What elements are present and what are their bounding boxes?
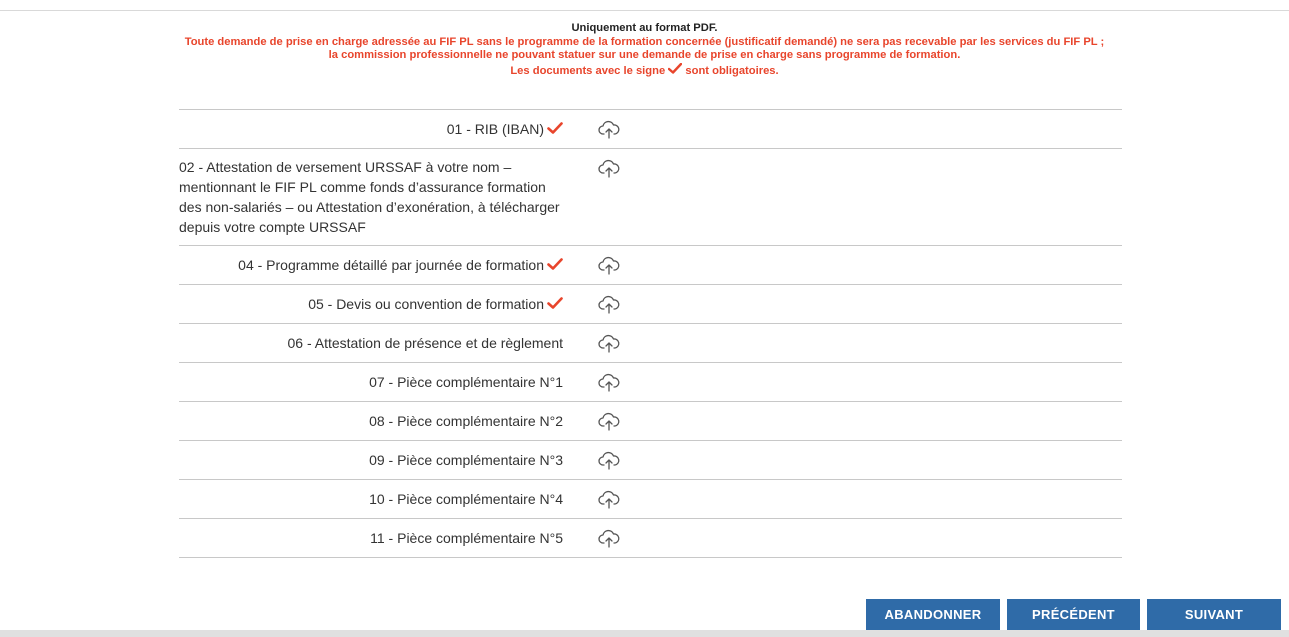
document-upload-cell — [563, 246, 648, 284]
document-row: 06 - Attestation de présence et de règle… — [179, 323, 1122, 362]
check-mark-icon — [547, 257, 563, 273]
program-warning-line-2: la commission professionnelle ne pouvant… — [328, 49, 961, 61]
document-row: 01 - RIB (IBAN) — [179, 109, 1122, 148]
mandatory-legend-prefix: Les documents avec le signe — [510, 64, 666, 77]
cloud-upload-icon[interactable] — [598, 372, 620, 392]
document-label-text: 07 - Pièce complémentaire N°1 — [369, 374, 563, 390]
program-warning-line-1: Toute demande de prise en charge adressé… — [184, 35, 1105, 48]
document-label-text: 08 - Pièce complémentaire N°2 — [369, 413, 563, 429]
document-label: 02 - Attestation de versement URSSAF à v… — [179, 149, 563, 245]
document-row: 09 - Pièce complémentaire N°3 — [179, 440, 1122, 479]
check-mark-icon — [668, 62, 683, 74]
format-notice: Uniquement au format PDF. — [571, 22, 718, 34]
cloud-upload-icon[interactable] — [598, 333, 620, 353]
check-mark-icon — [547, 121, 563, 137]
footer-bar — [0, 630, 1289, 637]
abandon-button[interactable]: ABANDONNER — [866, 599, 1000, 631]
document-upload-cell — [563, 110, 648, 148]
document-label: 04 - Programme détaillé par journée de f… — [179, 246, 563, 284]
document-upload-cell — [563, 324, 648, 362]
document-row: 02 - Attestation de versement URSSAF à v… — [179, 148, 1122, 245]
top-divider — [0, 10, 1289, 11]
document-upload-cell — [563, 402, 648, 440]
document-row: 07 - Pièce complémentaire N°1 — [179, 362, 1122, 401]
document-row: 11 - Pièce complémentaire N°5 — [179, 518, 1122, 558]
document-label: 05 - Devis ou convention de formation — [179, 285, 563, 323]
cloud-upload-icon[interactable] — [598, 450, 620, 470]
document-label: 01 - RIB (IBAN) — [179, 110, 563, 148]
document-label: 08 - Pièce complémentaire N°2 — [179, 402, 563, 440]
document-label: 11 - Pièce complémentaire N°5 — [179, 519, 563, 557]
document-label-text: 02 - Attestation de versement URSSAF à v… — [179, 159, 560, 235]
document-upload-cell — [563, 149, 648, 245]
previous-button[interactable]: PRÉCÉDENT — [1007, 599, 1140, 631]
document-row: 04 - Programme détaillé par journée de f… — [179, 245, 1122, 284]
document-label-text: 09 - Pièce complémentaire N°3 — [369, 452, 563, 468]
next-button[interactable]: SUIVANT — [1147, 599, 1281, 631]
document-label: 07 - Pièce complémentaire N°1 — [179, 363, 563, 401]
cloud-upload-icon[interactable] — [598, 411, 620, 431]
mandatory-legend: Les documents avec le signe sont obligat… — [0, 62, 1289, 79]
cloud-upload-icon[interactable] — [598, 489, 620, 509]
document-label: 06 - Attestation de présence et de règle… — [179, 324, 563, 362]
cloud-upload-icon[interactable] — [598, 158, 620, 178]
document-label: 10 - Pièce complémentaire N°4 — [179, 480, 563, 518]
cloud-upload-icon[interactable] — [598, 294, 620, 314]
document-row: 05 - Devis ou convention de formation — [179, 284, 1122, 323]
mandatory-legend-suffix: sont obligatoires. — [685, 64, 779, 77]
document-upload-cell — [563, 363, 648, 401]
document-upload-cell — [563, 480, 648, 518]
document-row: 10 - Pièce complémentaire N°4 — [179, 479, 1122, 518]
upload-notice: Uniquement au format PDF. Toute demande … — [0, 22, 1289, 78]
document-row: 08 - Pièce complémentaire N°2 — [179, 401, 1122, 440]
document-label-text: 10 - Pièce complémentaire N°4 — [369, 491, 563, 507]
document-label-text: 04 - Programme détaillé par journée de f… — [238, 257, 544, 273]
cloud-upload-icon[interactable] — [598, 528, 620, 548]
document-upload-cell — [563, 519, 648, 557]
check-mark-icon — [547, 296, 563, 312]
document-upload-cell — [563, 441, 648, 479]
document-label-text: 11 - Pièce complémentaire N°5 — [370, 530, 563, 546]
document-label: 09 - Pièce complémentaire N°3 — [179, 441, 563, 479]
documents-table: 01 - RIB (IBAN) 02 - Attestation de verse… — [179, 109, 1122, 558]
document-label-text: 06 - Attestation de présence et de règle… — [287, 335, 563, 351]
cloud-upload-icon[interactable] — [598, 255, 620, 275]
cloud-upload-icon[interactable] — [598, 119, 620, 139]
document-label-text: 01 - RIB (IBAN) — [446, 121, 544, 137]
document-upload-cell — [563, 285, 648, 323]
document-label-text: 05 - Devis ou convention de formation — [308, 296, 544, 312]
